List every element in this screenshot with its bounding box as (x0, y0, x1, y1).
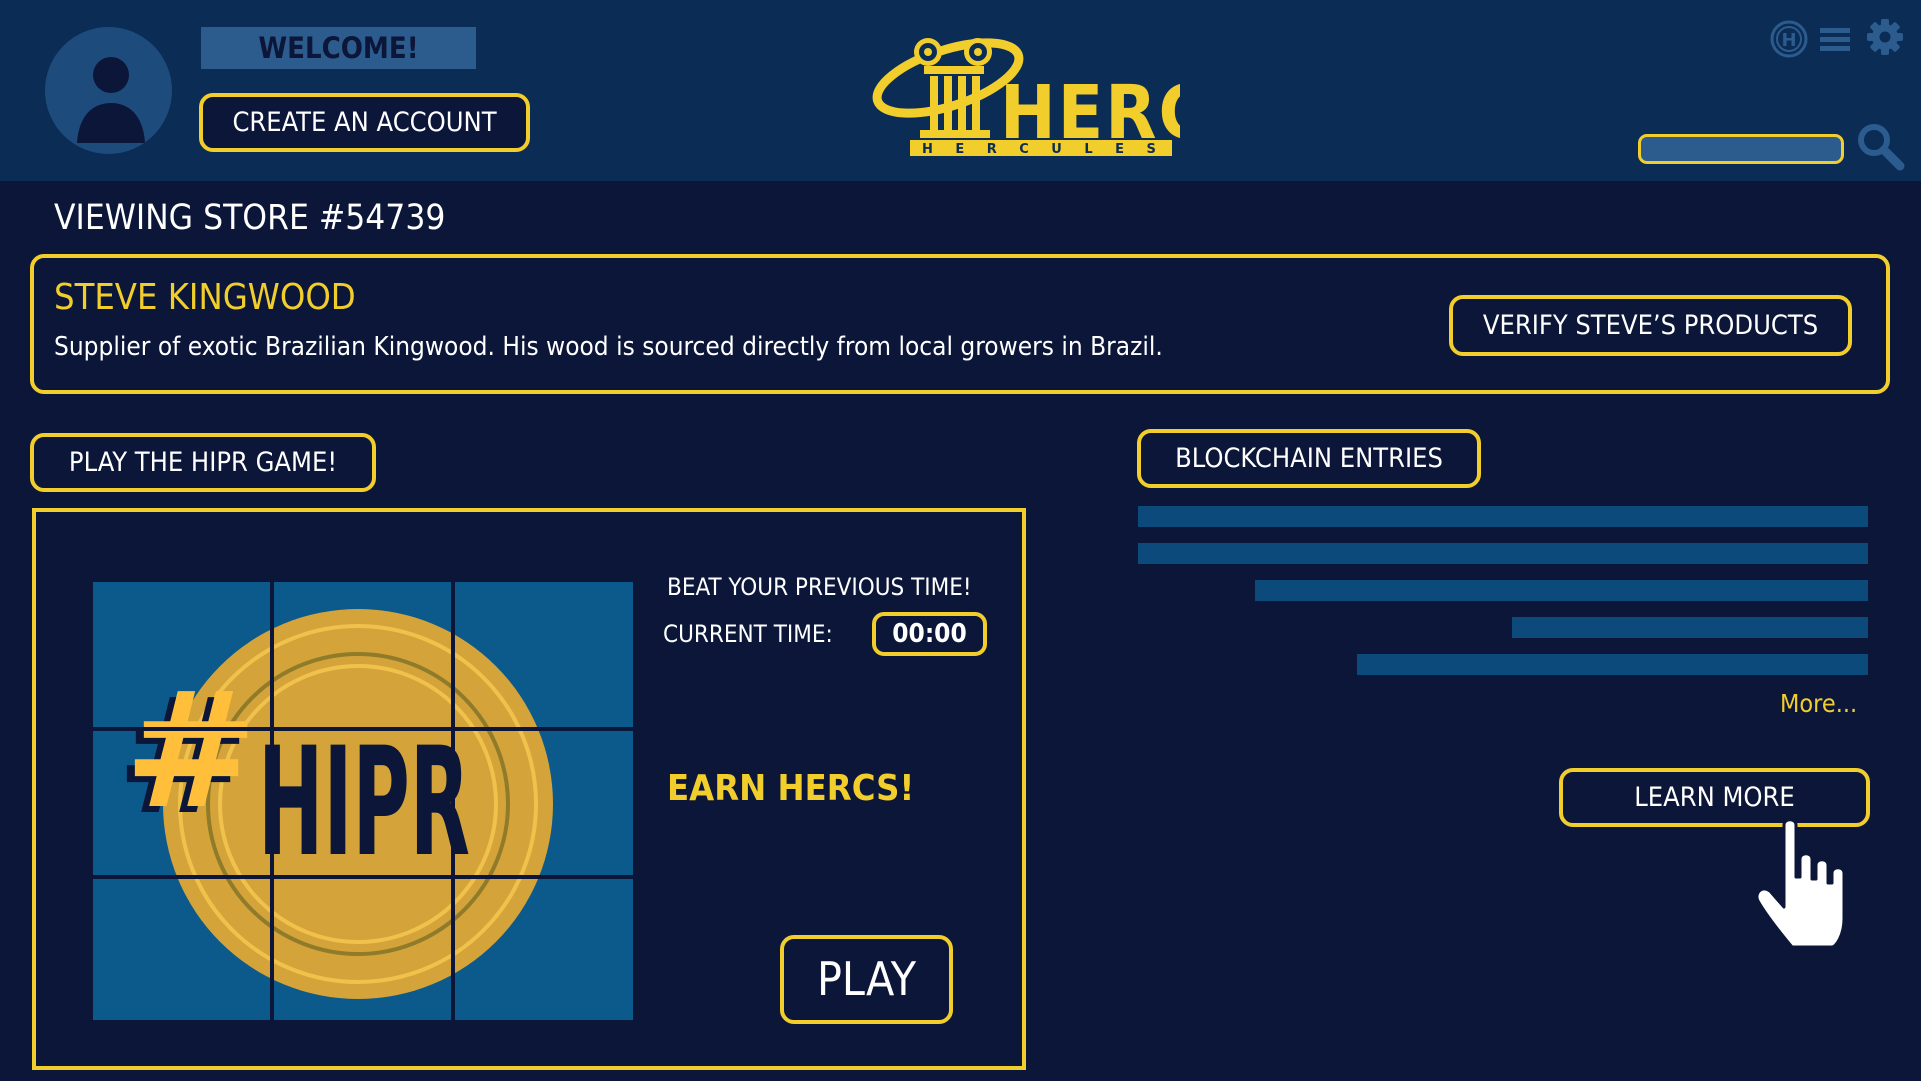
play-hipr-game-tab[interactable]: PLAY THE HIPR GAME! (30, 433, 376, 492)
herc-logo[interactable]: HERC HERCULES (870, 20, 1207, 165)
current-time-value: 00:00 (872, 612, 987, 656)
avatar-icon[interactable] (45, 27, 172, 154)
herc-coin-icon[interactable]: H (1770, 20, 1808, 58)
welcome-banner: WELCOME! (201, 27, 476, 69)
play-button[interactable]: PLAY (780, 935, 953, 1024)
svg-text:H: H (1781, 30, 1796, 51)
store-title: VIEWING STORE #54739 (54, 198, 446, 238)
supplier-description: Supplier of exotic Brazilian Kingwood. H… (54, 332, 1163, 362)
beat-previous-time-label: BEAT YOUR PREVIOUS TIME! (667, 573, 972, 601)
blockchain-entry[interactable] (1255, 580, 1868, 601)
search-input[interactable] (1638, 134, 1844, 164)
hipr-hash-highlight: # (124, 657, 258, 844)
supplier-name: STEVE KINGWOOD (54, 277, 356, 318)
blockchain-entry[interactable] (1138, 506, 1868, 527)
blockchain-entry[interactable] (1512, 617, 1868, 638)
verify-products-button[interactable]: VERIFY STEVE’S PRODUCTS (1449, 295, 1852, 356)
create-account-button[interactable]: CREATE AN ACCOUNT (199, 93, 530, 152)
blockchain-entry[interactable] (1357, 654, 1868, 675)
blockchain-entries-tab[interactable]: BLOCKCHAIN ENTRIES (1137, 429, 1481, 488)
hipr-puzzle[interactable]: HIPR # # (93, 582, 633, 1020)
gear-icon[interactable] (1865, 17, 1905, 57)
blockchain-entry[interactable] (1138, 543, 1868, 564)
hand-pointer-icon (1752, 815, 1872, 955)
more-entries-link[interactable]: More... (1780, 687, 1857, 721)
search-icon[interactable] (1855, 121, 1905, 171)
current-time-label: CURRENT TIME: (663, 620, 833, 648)
logo-subword: HERCULES (922, 142, 1178, 157)
hipr-word: HIPR (258, 716, 470, 890)
earn-hercs-label: EARN HERCS! (667, 768, 915, 809)
menu-icon[interactable] (1818, 26, 1852, 54)
